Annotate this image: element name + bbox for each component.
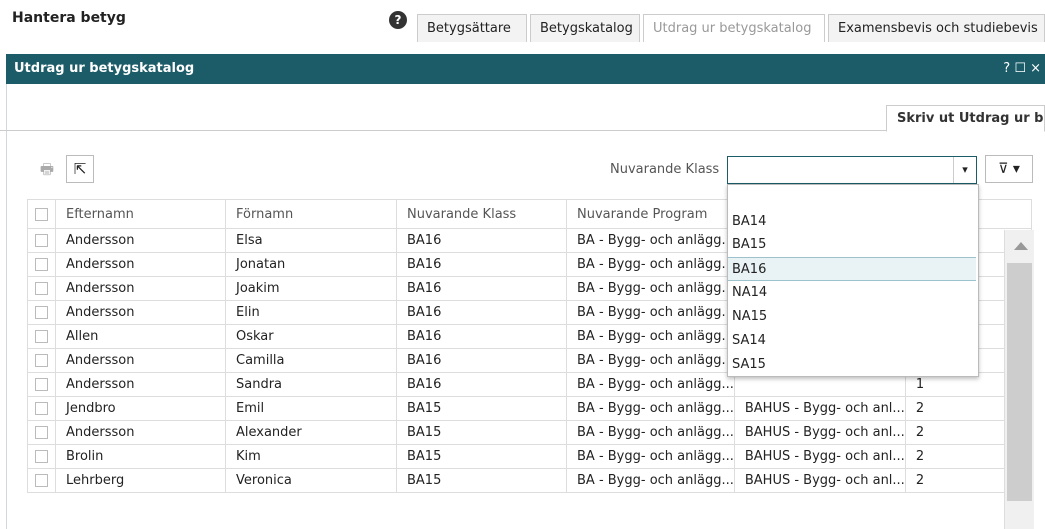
table-cell: Emil (225, 396, 397, 421)
table-cell: Andersson (55, 276, 226, 301)
table-cell: Jendbro (55, 396, 226, 421)
row-checkbox[interactable] (27, 372, 56, 397)
table-cell: Andersson (55, 228, 226, 253)
table-cell: BAHUS - Bygg- och anl... (733, 444, 906, 469)
row-checkbox[interactable] (27, 396, 56, 421)
table-cell: BAHUS - Bygg- och anl... (733, 420, 906, 445)
dropdown-option[interactable]: SA14 (728, 329, 976, 353)
table-cell: BA15 (396, 444, 567, 469)
table-cell: BA15 (396, 396, 567, 421)
table-cell: Joakim (225, 276, 397, 301)
table-cell: BA - Bygg- och anlägg... (566, 228, 735, 253)
dropdown-option[interactable]: BA15 (728, 233, 976, 257)
dropdown-option[interactable]: NA15 (728, 305, 976, 329)
class-filter-select[interactable]: ▾ (727, 156, 977, 184)
select-all-checkbox[interactable] (27, 199, 56, 229)
class-filter-label: Nuvarande Klass (610, 162, 720, 177)
table-cell: BA - Bygg- och anlägg... (566, 324, 735, 349)
table-cell: Andersson (55, 420, 226, 445)
column-header-efternamn[interactable]: Efternamn (55, 199, 226, 229)
table-cell: Lehrberg (55, 468, 226, 493)
export-icon[interactable]: ⇱ (66, 155, 94, 183)
scrollbar-thumb[interactable] (1007, 263, 1032, 501)
table-cell: Brolin (55, 444, 226, 469)
table-cell: Oskar (225, 324, 397, 349)
row-checkbox[interactable] (27, 300, 56, 325)
row-checkbox[interactable] (27, 348, 56, 373)
table-cell: BA - Bygg- och anlägg... (566, 276, 735, 301)
table-cell: Andersson (55, 252, 226, 277)
table-cell: Andersson (55, 372, 226, 397)
row-checkbox[interactable] (27, 252, 56, 277)
table-cell: BA - Bygg- och anlägg... (566, 300, 735, 325)
table-cell: BA16 (396, 372, 567, 397)
table-cell: BA16 (396, 324, 567, 349)
column-header-program[interactable]: Nuvarande Program (566, 199, 735, 229)
table-cell: BA - Bygg- och anlägg... (566, 444, 735, 469)
window-header: Utdrag ur betygskatalog ? ☐ × (6, 54, 1045, 84)
dropdown-option[interactable]: BA16 (728, 257, 976, 281)
table-cell: Veronica (225, 468, 397, 493)
help-icon[interactable]: ? (389, 11, 407, 29)
tab-examensbevis[interactable]: Examensbevis och studiebevis (828, 14, 1045, 42)
table-cell: BA - Bygg- och anlägg... (566, 468, 735, 493)
table-cell: BA - Bygg- och anlägg... (566, 396, 735, 421)
table-cell: BAHUS - Bygg- och anl... (733, 468, 906, 493)
table-cell: Jonatan (225, 252, 397, 277)
app-title: Hantera betyg (12, 10, 126, 26)
row-checkbox[interactable] (27, 468, 56, 493)
column-header-klass[interactable]: Nuvarande Klass (396, 199, 567, 229)
dropdown-option[interactable]: SA15 (728, 353, 976, 377)
chevron-down-icon[interactable]: ▾ (953, 157, 976, 183)
row-checkbox[interactable] (27, 420, 56, 445)
table-cell: Elsa (225, 228, 397, 253)
table-cell: BA - Bygg- och anlägg... (566, 348, 735, 373)
row-checkbox[interactable] (27, 324, 56, 349)
app-topbar: Hantera betyg ? Betygsättare Betygskatal… (0, 0, 1045, 44)
tab-print-extract[interactable]: Skriv ut Utdrag ur betygskatalog (886, 105, 1045, 132)
table-cell: BA16 (396, 228, 567, 253)
table-cell: Alexander (225, 420, 397, 445)
print-icon[interactable]: 🖶 (33, 155, 61, 183)
dropdown-option[interactable] (728, 187, 976, 211)
window-title: Utdrag ur betygskatalog (14, 61, 195, 76)
table-cell: Elin (225, 300, 397, 325)
tab-divider (0, 130, 1039, 131)
table-cell: BA - Bygg- och anlägg... (566, 252, 735, 277)
table-cell: BA15 (396, 420, 567, 445)
table-cell: BA16 (396, 300, 567, 325)
table-cell: BA16 (396, 276, 567, 301)
table-cell: Andersson (55, 300, 226, 325)
filter-funnel-icon[interactable]: ⊽ ▾ (985, 155, 1033, 183)
table-cell: Sandra (225, 372, 397, 397)
row-checkbox[interactable] (27, 228, 56, 253)
table-cell: BA15 (396, 468, 567, 493)
table-cell: BAHUS - Bygg- och anl... (733, 396, 906, 421)
row-checkbox[interactable] (27, 276, 56, 301)
row-checkbox[interactable] (27, 444, 56, 469)
table-cell: BA16 (396, 252, 567, 277)
table-row[interactable]: Jendbro Emil BA15 BA - Bygg- och anlägg... B… (27, 396, 1032, 421)
tab-betygskatalog[interactable]: Betygskatalog (530, 14, 640, 42)
dropdown-option[interactable]: NA14 (728, 281, 976, 305)
tab-betygsattare[interactable]: Betygsättare (417, 14, 527, 42)
table-cell: BA16 (396, 348, 567, 373)
table-row[interactable]: Brolin Kim BA15 BA - Bygg- och anlägg... BAH… (27, 444, 1032, 469)
table-cell: Allen (55, 324, 226, 349)
table-cell: BA - Bygg- och anlägg... (566, 372, 735, 397)
tab-utdrag-ur-betygskatalog[interactable]: Utdrag ur betygskatalog (643, 14, 825, 42)
vertical-scrollbar[interactable] (1004, 230, 1034, 529)
table-cell: BA - Bygg- och anlägg... (566, 420, 735, 445)
table-row[interactable]: Andersson Alexander BA15 BA - Bygg- och anl… (27, 420, 1032, 445)
window-controls[interactable]: ? ☐ × (1003, 61, 1041, 76)
table-cell: Camilla (225, 348, 397, 373)
table-cell: Andersson (55, 348, 226, 373)
dropdown-option[interactable]: BA14 (728, 210, 976, 234)
table-row[interactable]: Lehrberg Veronica BA15 BA - Bygg- och anläg… (27, 468, 1032, 493)
table-cell: Kim (225, 444, 397, 469)
scroll-up-icon[interactable] (1014, 242, 1028, 250)
column-header-fornamn[interactable]: Förnamn (225, 199, 397, 229)
class-dropdown-list: BA14 BA15 BA16 NA14 NA15 SA14 SA15 (727, 184, 979, 377)
